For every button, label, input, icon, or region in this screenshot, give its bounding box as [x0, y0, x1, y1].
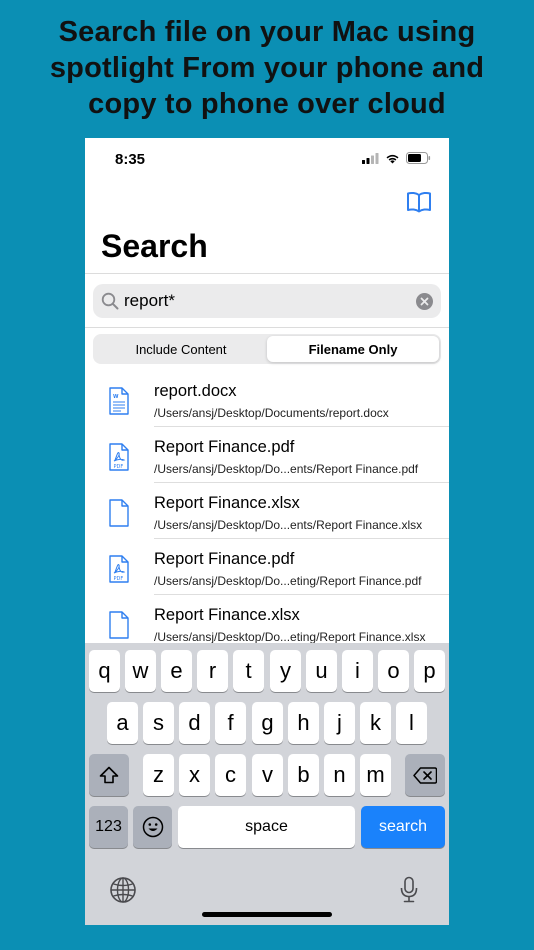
- key-a[interactable]: a: [107, 702, 138, 744]
- segment-include-content[interactable]: Include Content: [95, 336, 267, 362]
- status-icons: [362, 152, 431, 164]
- key-w[interactable]: w: [125, 650, 156, 692]
- result-row[interactable]: W report.docx /Users/ansj/Desktop/Docume…: [85, 371, 449, 427]
- result-row[interactable]: Report Finance.xlsx /Users/ansj/Desktop/…: [85, 483, 449, 539]
- svg-text:PDF: PDF: [114, 576, 124, 582]
- status-bar: 8:35: [85, 138, 449, 182]
- generic-document-icon: [109, 611, 129, 639]
- key-n[interactable]: n: [324, 754, 355, 796]
- keyboard-row-3: z x c v b n m: [85, 754, 449, 796]
- key-k[interactable]: k: [360, 702, 391, 744]
- result-filename: Report Finance.pdf: [154, 550, 295, 568]
- result-filename: report.docx: [154, 382, 237, 400]
- key-p[interactable]: p: [414, 650, 445, 692]
- search-input[interactable]: [124, 291, 416, 311]
- key-v[interactable]: v: [252, 754, 283, 796]
- result-row[interactable]: PDF Report Finance.pdf /Users/ansj/Deskt…: [85, 539, 449, 595]
- key-e[interactable]: e: [161, 650, 192, 692]
- keyboard-row-1: q w e r t y u i o p: [85, 650, 449, 692]
- segment-filename-only[interactable]: Filename Only: [267, 336, 439, 362]
- key-d[interactable]: d: [179, 702, 210, 744]
- delete-key[interactable]: [405, 754, 445, 796]
- cellular-signal-icon: [362, 152, 379, 164]
- key-h[interactable]: h: [288, 702, 319, 744]
- result-path: /Users/ansj/Desktop/Do...eting/Report Fi…: [154, 630, 426, 644]
- result-filename: Report Finance.xlsx: [154, 606, 300, 624]
- key-m[interactable]: m: [360, 754, 391, 796]
- page-title: Search: [101, 228, 208, 264]
- keyboard: q w e r t y u i o p a s d f g h j k l z …: [85, 643, 449, 925]
- svg-text:W: W: [113, 394, 119, 400]
- result-path: /Users/ansj/Desktop/Documents/report.doc…: [154, 406, 389, 420]
- key-q[interactable]: q: [89, 650, 120, 692]
- shift-arrow-icon: [99, 766, 119, 784]
- emoji-icon: [142, 816, 163, 838]
- key-j[interactable]: j: [324, 702, 355, 744]
- home-indicator: [202, 912, 332, 917]
- result-path: /Users/ansj/Desktop/Do...ents/Report Fin…: [154, 518, 423, 532]
- keyboard-row-2: a s d f g h j k l: [85, 702, 449, 744]
- promo-headline: Search file on your Mac using spotlight …: [49, 16, 485, 120]
- result-filename: Report Finance.pdf: [154, 438, 295, 456]
- microphone-icon: [400, 876, 418, 903]
- key-y[interactable]: y: [270, 650, 301, 692]
- numbers-key[interactable]: 123: [89, 806, 128, 848]
- key-x[interactable]: x: [179, 754, 210, 796]
- result-filename: Report Finance.xlsx: [154, 494, 300, 512]
- key-i[interactable]: i: [342, 650, 373, 692]
- phone-screen: 8:35 Search report* Include Content File…: [85, 138, 449, 925]
- key-f[interactable]: f: [215, 702, 246, 744]
- pdf-document-icon: PDF: [109, 555, 129, 583]
- generic-document-icon: [109, 499, 129, 527]
- key-u[interactable]: u: [306, 650, 337, 692]
- results-list: W report.docx /Users/ansj/Desktop/Docume…: [85, 371, 449, 651]
- key-r[interactable]: r: [197, 650, 228, 692]
- key-z[interactable]: z: [143, 754, 174, 796]
- space-key[interactable]: space: [178, 806, 355, 848]
- wifi-icon: [386, 154, 399, 163]
- battery-icon: [406, 152, 431, 164]
- status-time: 8:35: [115, 151, 146, 168]
- header-divider: [85, 273, 449, 274]
- clear-search-icon[interactable]: [416, 292, 433, 310]
- globe-icon: [110, 877, 136, 903]
- dictation-key[interactable]: [397, 875, 421, 905]
- result-row[interactable]: PDF Report Finance.pdf /Users/ansj/Deskt…: [85, 427, 449, 483]
- result-path: /Users/ansj/Desktop/Do...ents/Report Fin…: [154, 462, 419, 476]
- result-path: /Users/ansj/Desktop/Do...eting/Report Fi…: [154, 574, 422, 588]
- globe-key[interactable]: [109, 875, 137, 905]
- key-b[interactable]: b: [288, 754, 319, 796]
- search-mode-segmented-control: Include Content Filename Only: [93, 334, 441, 364]
- key-s[interactable]: s: [143, 702, 174, 744]
- emoji-key[interactable]: [133, 806, 172, 848]
- word-document-icon: W: [109, 387, 129, 415]
- backspace-icon: [413, 766, 437, 784]
- key-o[interactable]: o: [378, 650, 409, 692]
- bookmarks-button[interactable]: [405, 190, 433, 214]
- search-icon: [101, 292, 119, 310]
- keyboard-row-4: 123 space search: [85, 806, 449, 848]
- shift-key[interactable]: [89, 754, 129, 796]
- search-key[interactable]: search: [361, 806, 445, 848]
- pdf-document-icon: PDF: [109, 443, 129, 471]
- search-field[interactable]: [93, 284, 441, 318]
- key-c[interactable]: c: [215, 754, 246, 796]
- svg-text:PDF: PDF: [114, 464, 124, 470]
- key-l[interactable]: l: [396, 702, 427, 744]
- search-divider: [85, 327, 449, 328]
- book-icon: [407, 191, 431, 213]
- key-g[interactable]: g: [252, 702, 283, 744]
- key-t[interactable]: t: [233, 650, 264, 692]
